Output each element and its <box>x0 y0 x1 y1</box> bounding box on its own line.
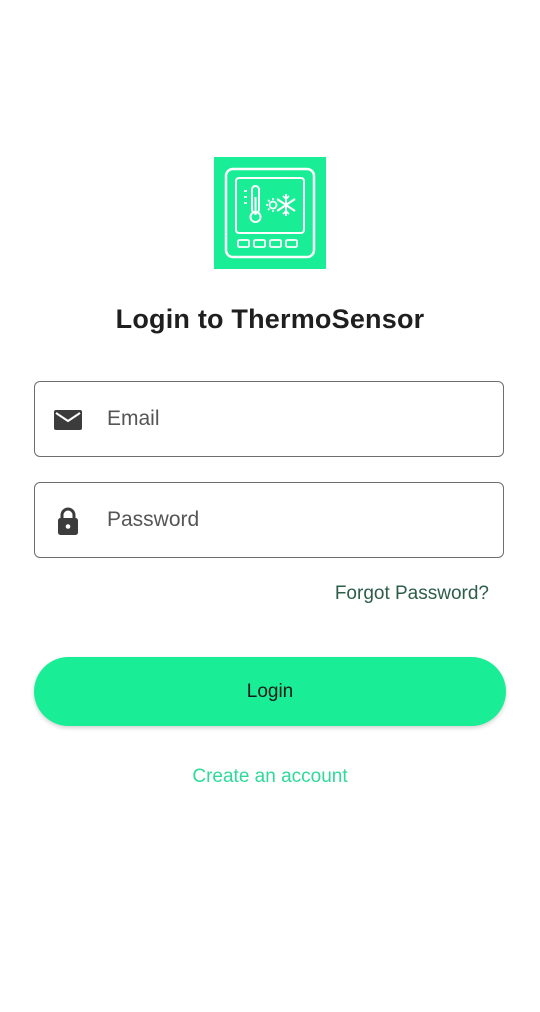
email-field[interactable] <box>34 381 504 457</box>
lock-icon <box>58 507 78 535</box>
password-field[interactable] <box>34 482 504 558</box>
password-input[interactable] <box>107 483 487 557</box>
page-title: Login to ThermoSensor <box>115 304 425 334</box>
thermostat-logo-icon <box>214 157 326 269</box>
create-account-link[interactable]: Create an account <box>0 766 540 788</box>
login-button[interactable]: Login <box>34 657 506 726</box>
forgot-password-link[interactable]: Forgot Password? <box>335 583 489 605</box>
envelope-icon <box>54 410 82 430</box>
email-input[interactable] <box>107 382 487 456</box>
